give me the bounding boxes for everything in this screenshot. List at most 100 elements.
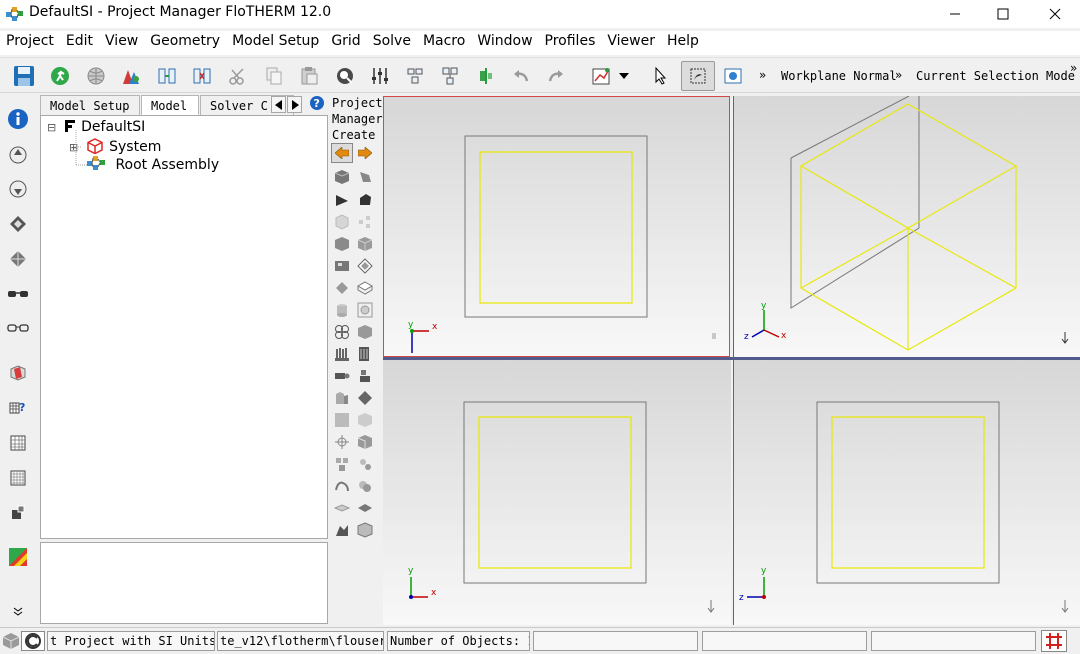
toolbar-overflow-chevron[interactable]: » [759,68,766,82]
create-tec-button[interactable] [355,476,375,496]
create-source-button[interactable] [332,278,352,298]
run-button[interactable] [48,64,72,88]
view-iso-button[interactable] [7,248,29,270]
create-heatpipe-button[interactable] [332,476,352,496]
grid-blocks-button[interactable] [7,501,29,523]
tab-scroll-right[interactable] [287,96,302,113]
glasses-view-button[interactable] [7,317,29,339]
workplane-overflow-chevron[interactable]: » [895,68,902,82]
mesh-sphere-button[interactable] [84,64,108,88]
create-part-button[interactable] [332,520,352,540]
menu-solve[interactable]: Solve [367,31,417,55]
merge-button[interactable] [190,64,214,88]
create-flat-plate-button[interactable] [355,498,375,518]
viewport-side[interactable]: z y [733,360,1080,625]
minimize-button[interactable] [932,0,978,28]
menu-viewer[interactable]: Viewer [601,31,661,55]
workplane-mode-label[interactable]: Workplane Normal [781,69,897,83]
create-plate-button[interactable] [355,256,375,276]
menu-edit[interactable]: Edit [60,31,99,55]
menu-window[interactable]: Window [471,31,538,55]
render-mode-button[interactable] [7,362,29,384]
create-monitor-button[interactable] [355,278,375,298]
create-perforated-plate-button[interactable] [355,344,375,364]
view-front-button[interactable] [7,213,29,235]
create-cylinder-button[interactable] [332,212,352,232]
find-button[interactable] [333,64,357,88]
create-monitor-point-button[interactable] [332,432,352,452]
view-top-button[interactable] [7,144,29,166]
create-thermal-model-button[interactable] [355,388,375,408]
distribute-button[interactable] [438,64,462,88]
create-die-button[interactable] [355,366,375,386]
create-misc-button[interactable] [355,520,375,540]
create-angled-duct-button[interactable] [332,498,352,518]
menu-grid[interactable]: Grid [325,31,366,55]
save-button[interactable] [12,64,36,88]
create-assembly-button[interactable] [355,212,375,232]
view-options-dropdown[interactable] [616,64,632,88]
menu-model-setup[interactable]: Model Setup [226,31,325,55]
clipboard-button[interactable] [21,631,45,651]
menu-view[interactable]: View [99,31,144,55]
grid-snap-toggle[interactable] [1041,630,1067,652]
select-pointer-button[interactable] [649,64,673,88]
menu-project[interactable]: Project [0,31,60,55]
results-button[interactable] [119,64,143,88]
free-select-button[interactable] [681,61,715,91]
palette-back-button[interactable] [331,143,353,163]
create-block-button[interactable] [355,234,375,254]
create-inverted-tet-button[interactable] [355,190,375,210]
paste-button[interactable] [297,64,321,88]
copy-button[interactable] [262,64,286,88]
redo-button[interactable] [544,64,568,88]
create-pcb-button[interactable] [332,256,352,276]
create-cooler-button[interactable] [332,366,352,386]
tab-model-setup[interactable]: Model Setup [40,95,140,115]
menu-macro[interactable]: Macro [417,31,471,55]
results-plot-button[interactable] [7,546,29,568]
viewport-isometric[interactable]: x y z [733,96,1080,357]
view-options-button[interactable] [590,64,614,88]
help-icon[interactable]: ? [309,95,325,111]
create-tet-button[interactable] [332,190,352,210]
menu-help[interactable]: Help [661,31,705,55]
view-bottom-button[interactable] [7,178,29,200]
menu-geometry[interactable]: Geometry [144,31,226,55]
create-volume-region-button[interactable] [332,410,352,430]
tab-scroll-left[interactable] [271,96,286,113]
query-button[interactable]: ? [7,397,29,419]
info-button[interactable] [7,108,29,130]
create-prism-button[interactable] [355,167,375,187]
create-symmetry-button[interactable] [355,454,375,474]
grid-display-button[interactable] [7,432,29,454]
align-button[interactable] [403,64,427,88]
viewer-button[interactable] [721,64,745,88]
create-cuboid-button[interactable] [332,167,352,187]
left-toolbar-more[interactable] [7,605,29,619]
create-cutout-button[interactable] [355,432,375,452]
create-grid-region-button[interactable] [355,410,375,430]
stereo-view-button[interactable] [7,283,29,305]
palette-forward-button[interactable] [355,143,375,163]
create-fixed-flow-button[interactable] [355,300,375,320]
create-region-button[interactable] [332,300,352,320]
selection-mode-label[interactable]: Current Selection Mode [916,69,1075,83]
mesh-settings-button[interactable] [368,64,392,88]
viewport-top[interactable]: x y [383,360,731,625]
compare-button[interactable] [155,64,179,88]
tree-item-root-assembly[interactable]: Root Assembly [87,153,219,173]
create-resistance-button[interactable] [355,322,375,342]
maximize-button[interactable] [980,0,1026,28]
close-button[interactable] [1032,0,1078,28]
create-component-button[interactable] [332,388,352,408]
create-fan-button[interactable] [332,322,352,342]
viewport-front[interactable]: x y [383,96,730,357]
undo-button[interactable] [509,64,533,88]
selection-overflow-chevron[interactable]: » [1070,61,1077,75]
grid-fine-button[interactable] [7,467,29,489]
create-heatsink-button[interactable] [332,344,352,364]
cut-button[interactable] [226,64,250,88]
pattern-button[interactable] [474,64,498,88]
tab-model[interactable]: Model [141,95,199,115]
